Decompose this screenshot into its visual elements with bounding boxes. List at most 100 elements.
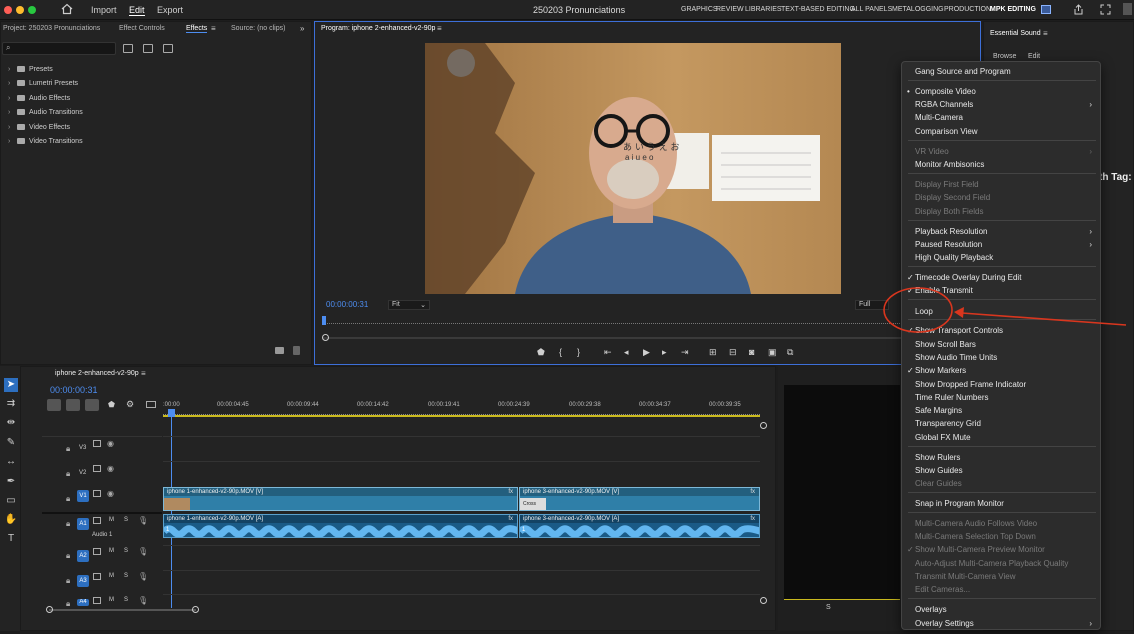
new-bin-icon[interactable] — [275, 347, 284, 354]
menu-item-show-dropped-frame-indicator[interactable]: Show Dropped Frame Indicator — [915, 380, 1026, 389]
edit-tab[interactable]: Edit — [129, 5, 145, 16]
lock-icon[interactable]: 🔒︎ — [66, 576, 70, 586]
sync-lock-icon[interactable] — [93, 517, 101, 524]
menu-item-paused-resolution[interactable]: Paused Resolution — [915, 240, 982, 249]
microphone-icon[interactable]: 🎙︎ — [138, 516, 148, 525]
track-a4-badge[interactable]: A4 — [77, 599, 89, 606]
mute-button[interactable]: M — [109, 517, 114, 523]
menu-item-composite-video[interactable]: Composite Video • — [907, 87, 976, 96]
export-frame-icon[interactable]: ◙ — [749, 347, 754, 357]
hand-tool-icon[interactable]: ✋ — [4, 513, 18, 527]
razor-tool-icon[interactable]: ✎ — [4, 436, 18, 450]
lock-icon[interactable]: 🔒︎ — [66, 519, 70, 529]
sync-lock-icon[interactable] — [93, 597, 101, 604]
lock-icon[interactable]: 🔒︎ — [66, 444, 70, 454]
menu-item-time-ruler-numbers[interactable]: Time Ruler Numbers — [915, 393, 989, 402]
home-icon[interactable] — [61, 3, 73, 15]
sync-lock-icon[interactable] — [93, 573, 101, 580]
solo-button[interactable]: S — [124, 517, 128, 523]
tab-effects[interactable]: Effects — [186, 25, 208, 33]
selection-tool-icon[interactable]: ➤ — [4, 378, 18, 392]
work-area-bar[interactable] — [163, 415, 760, 417]
workspace-all-panels[interactable]: ALL PANELS — [851, 6, 892, 13]
export-tab[interactable]: Export — [157, 5, 183, 15]
effects-search-input[interactable]: ⌕ — [2, 42, 116, 55]
eye-icon[interactable]: ◉ — [107, 489, 114, 498]
tree-item-video-transitions[interactable]: › Video Transitions — [8, 138, 83, 150]
mark-in-icon[interactable]: { — [559, 347, 562, 357]
program-timecode[interactable]: 00:00:00:31 — [326, 300, 368, 309]
add-marker-icon[interactable]: ⬟ — [537, 347, 545, 358]
wrench-icon[interactable]: ⚙ — [126, 399, 134, 410]
more-tabs-icon[interactable]: » — [300, 24, 304, 33]
vertical-scroll-handle[interactable] — [760, 597, 767, 604]
menu-item-overlays[interactable]: Overlays — [915, 605, 947, 614]
workspace-graphics[interactable]: GRAPHICS — [681, 6, 718, 13]
mute-button[interactable]: M — [109, 548, 114, 554]
microphone-icon[interactable]: 🎙︎ — [138, 596, 148, 605]
track-a2-badge[interactable]: A2 — [77, 550, 89, 562]
tab-source[interactable]: Source: (no clips) — [231, 25, 285, 32]
workspace-production[interactable]: PRODUCTION — [944, 6, 991, 13]
track-a3-badge[interactable]: A3 — [77, 575, 89, 587]
lock-icon[interactable]: 🔒︎ — [66, 469, 70, 479]
go-to-out-icon[interactable]: ⇥ — [681, 347, 689, 358]
scroll-handle-right[interactable] — [192, 606, 199, 613]
lock-icon[interactable]: 🔒︎ — [66, 494, 70, 504]
solo-button[interactable]: S — [124, 597, 128, 603]
ripple-edit-tool-icon[interactable]: ⇹ — [4, 416, 18, 430]
step-back-icon[interactable]: ◂ — [624, 347, 629, 358]
workspace-review[interactable]: REVIEW — [716, 6, 744, 13]
video-clip[interactable]: iphone 3-enhanced-v2-90p.MOV [V] Cross f… — [519, 487, 760, 511]
nest-icon[interactable] — [47, 399, 61, 411]
menu-item-transparency-grid[interactable]: Transparency Grid — [915, 419, 981, 428]
tab-edit[interactable]: Edit — [1028, 53, 1040, 60]
comparison-view-icon[interactable]: ▣ — [768, 347, 777, 358]
play-icon[interactable]: ▶ — [643, 347, 650, 358]
type-tool-icon[interactable]: T — [4, 532, 18, 546]
tree-item-audio-transitions[interactable]: › Audio Transitions — [8, 109, 83, 121]
menu-item-high-quality-playback[interactable]: High Quality Playback — [915, 253, 993, 262]
tab-effect-controls[interactable]: Effect Controls — [119, 25, 165, 32]
track-v1-badge[interactable]: V1 — [77, 490, 89, 502]
add-marker-icon[interactable]: ⬟ — [108, 400, 115, 409]
timeline-horizontal-scrollbar[interactable] — [49, 609, 196, 611]
mute-button[interactable]: M — [109, 597, 114, 603]
menu-item-comparison-view[interactable]: Comparison View — [915, 127, 978, 136]
panel-menu-icon[interactable]: ≡ — [141, 369, 146, 378]
import-tab[interactable]: Import — [91, 5, 117, 15]
essential-sound-title[interactable]: Essential Sound — [990, 30, 1041, 37]
scroll-handle-left[interactable] — [46, 606, 53, 613]
program-time-ruler[interactable] — [322, 320, 900, 324]
menu-item-timecode-overlay-during-edit[interactable]: Timecode Overlay During Edit ✓ — [907, 273, 1021, 282]
program-scrollbar[interactable] — [323, 337, 901, 339]
microphone-icon[interactable]: 🎙︎ — [138, 547, 148, 556]
video-clip[interactable]: iphone 1-enhanced-v2-90p.MOV [V] fx — [163, 487, 518, 511]
solo-button[interactable]: S — [124, 548, 128, 554]
panel-menu-icon[interactable]: ≡ — [437, 24, 442, 33]
tab-sequence[interactable]: iphone 2-enhanced-v2-90p — [55, 370, 139, 377]
zoom-window-button[interactable] — [28, 6, 36, 14]
tab-project[interactable]: Project: 250203 Pronunciations — [3, 25, 100, 32]
menu-item-global-fx-mute[interactable]: Global FX Mute — [915, 433, 971, 442]
eye-icon[interactable]: ◉ — [107, 439, 114, 448]
menu-item-playback-resolution[interactable]: Playback Resolution — [915, 227, 987, 236]
linked-selection-icon[interactable] — [85, 399, 99, 411]
lock-icon[interactable]: 🔒︎ — [66, 551, 70, 561]
program-video-frame[interactable]: あ い う え お a i u e o — [425, 43, 841, 294]
maximize-icon[interactable] — [1100, 4, 1111, 15]
sync-lock-icon[interactable] — [93, 465, 101, 472]
menu-item-rgba-channels[interactable]: RGBA Channels — [915, 100, 973, 109]
tab-browse[interactable]: Browse — [993, 53, 1016, 60]
menu-item-gang-source-and-program[interactable]: Gang Source and Program — [915, 67, 1011, 76]
user-icon[interactable] — [1123, 3, 1132, 15]
timeline-playhead-line[interactable] — [171, 415, 172, 608]
close-window-button[interactable] — [4, 6, 12, 14]
program-playhead[interactable] — [322, 316, 326, 325]
microphone-icon[interactable]: 🎙︎ — [138, 572, 148, 581]
tree-item-video-effects[interactable]: › Video Effects — [8, 124, 70, 136]
go-to-in-icon[interactable]: ⇤ — [604, 347, 612, 358]
rectangle-tool-icon[interactable]: ▭ — [4, 494, 18, 508]
accelerated-effects-icon[interactable] — [123, 44, 133, 53]
workspace-libraries[interactable]: LIBRARIES — [745, 6, 782, 13]
